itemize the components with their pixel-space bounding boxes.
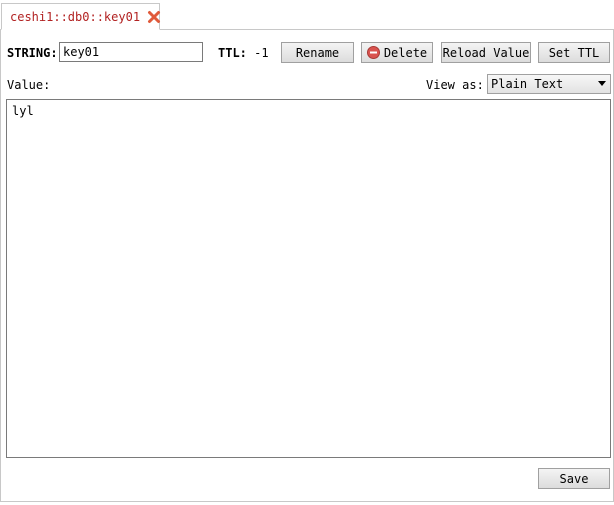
reload-value-button[interactable]: Reload Value <box>441 42 531 63</box>
value-label: Value: <box>7 78 51 92</box>
tab-label: ceshi1::db0::key01 <box>10 9 141 24</box>
view-as-selected-value: Plain Text <box>491 77 564 91</box>
ttl-label: TTL: <box>218 46 247 60</box>
view-as-select[interactable]: Plain Text <box>487 74 611 94</box>
set-ttl-button-label: Set TTL <box>548 45 600 60</box>
rename-button-label: Rename <box>295 45 340 60</box>
key-editor-panel: STRING: TTL: -1 Rename Delete Reload Val… <box>0 30 614 502</box>
close-x-icon[interactable] <box>147 10 161 24</box>
reload-value-button-label: Reload Value <box>442 45 530 60</box>
minus-circle-icon <box>366 46 380 59</box>
rename-button[interactable]: Rename <box>281 42 354 63</box>
key-type-label: STRING: <box>7 46 58 60</box>
tab-ceshi1-db0-key01[interactable]: ceshi1::db0::key01 <box>1 3 161 30</box>
save-button-label: Save <box>559 471 589 486</box>
key-name-input[interactable] <box>59 42 203 62</box>
tab-bar: ceshi1::db0::key01 <box>0 0 614 30</box>
save-button[interactable]: Save <box>538 468 610 489</box>
delete-button-label: Delete <box>383 45 428 60</box>
chevron-down-icon <box>598 81 606 86</box>
value-textarea[interactable]: lyl <box>6 99 611 458</box>
delete-button[interactable]: Delete <box>361 42 433 63</box>
set-ttl-button[interactable]: Set TTL <box>538 42 610 63</box>
ttl-value: -1 <box>254 46 269 60</box>
view-as-label: View as: <box>426 78 484 92</box>
ttl-readout: TTL: -1 <box>218 46 269 60</box>
